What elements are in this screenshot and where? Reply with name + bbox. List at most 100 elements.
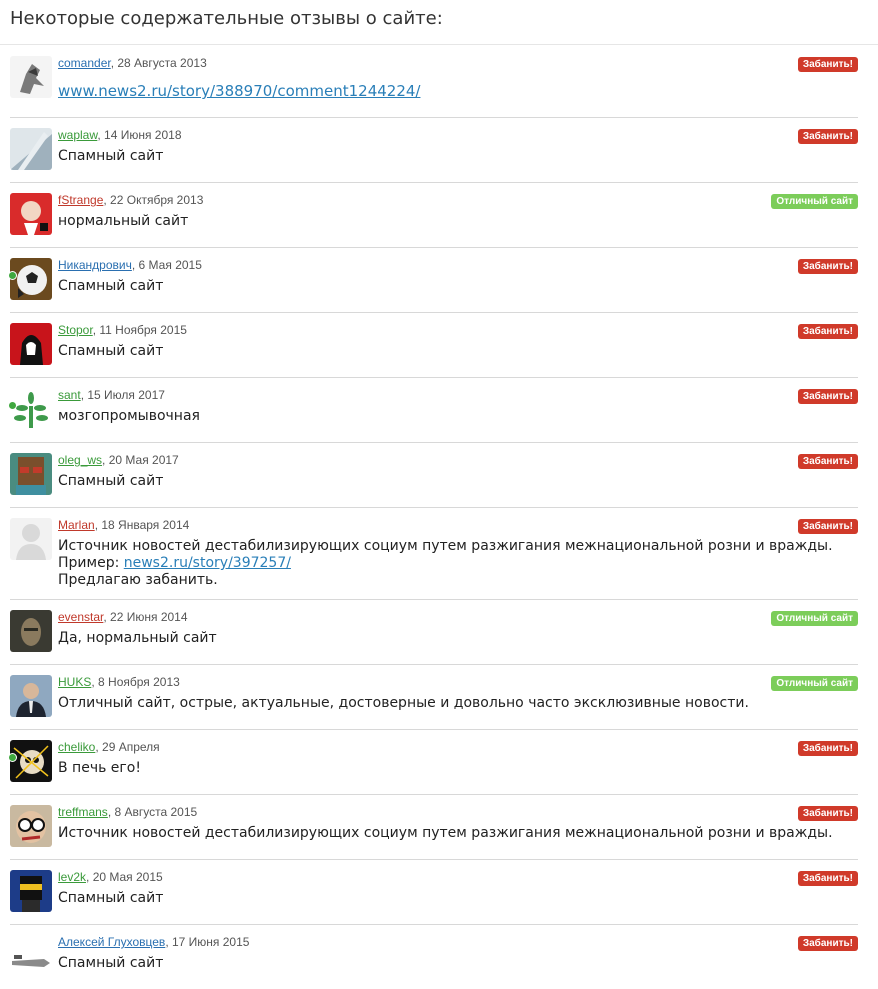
online-indicator	[8, 753, 17, 762]
comment-item: Алексей Глуховцев, 17 Июня 2015 Спамный …	[10, 924, 858, 989]
comment-item: evenstar, 22 Июня 2014 Да, нормальный са…	[10, 599, 858, 665]
ban-badge[interactable]: Забанить!	[797, 129, 858, 144]
page-title: Некоторые содержательные отзывы о сайте:	[10, 8, 443, 29]
comment-text: Спамный сайт	[58, 955, 164, 971]
username-link[interactable]: comander	[58, 56, 111, 70]
comment-date: 8 Ноября 2013	[98, 675, 180, 689]
comment-text: Отличный сайт, острые, актуальные, досто…	[58, 695, 749, 711]
ban-badge[interactable]: Забанить!	[797, 454, 858, 469]
comment-date: 6 Мая 2015	[138, 258, 202, 272]
comment-item: lev2k, 20 Мая 2015 Спамный сайт Забанить…	[10, 859, 858, 925]
good-site-badge[interactable]: Отличный сайт	[771, 194, 858, 209]
comment-link[interactable]: www.news2.ru/story/388970/comment1244224…	[58, 82, 420, 100]
comment-item: Marlan, 18 Января 2014 Источник новостей…	[10, 507, 858, 600]
comment-meta: HUKS, 8 Ноября 2013	[58, 675, 180, 689]
username-link[interactable]: oleg_ws	[58, 453, 102, 467]
username-link[interactable]: Алексей Глуховцев	[58, 935, 165, 949]
username-link[interactable]: Stopor	[58, 323, 93, 337]
avatar[interactable]	[10, 258, 52, 300]
username-link[interactable]: sant	[58, 388, 81, 402]
comment-date: 11 Ноября 2015	[99, 323, 187, 337]
comment-item: fStrange, 22 Октября 2013 нормальный сай…	[10, 182, 858, 248]
avatar[interactable]	[10, 675, 52, 717]
username-link[interactable]: evenstar	[58, 610, 103, 624]
comment-date: 17 Июня 2015	[171, 935, 250, 949]
comment-link[interactable]: news2.ru/story/397257/	[124, 555, 291, 571]
online-indicator	[8, 271, 17, 280]
ban-badge[interactable]: Забанить!	[797, 806, 858, 821]
ban-badge[interactable]: Забанить!	[797, 936, 858, 951]
comment-date: 8 Августа 2015	[114, 805, 198, 819]
ban-badge[interactable]: Забанить!	[797, 389, 858, 404]
good-site-badge[interactable]: Отличный сайт	[771, 611, 858, 626]
username-link[interactable]: fStrange	[58, 193, 103, 207]
comment-date: 18 Января 2014	[101, 518, 190, 532]
avatar[interactable]	[10, 193, 52, 235]
avatar[interactable]	[10, 128, 52, 170]
ban-badge[interactable]: Забанить!	[797, 57, 858, 72]
comment-date: 28 Августа 2013	[117, 56, 207, 70]
ban-badge[interactable]: Забанить!	[797, 871, 858, 886]
comment-meta: Marlan, 18 Января 2014	[58, 518, 190, 532]
username-link[interactable]: Никандрович	[58, 258, 132, 272]
comment-meta: fStrange, 22 Октября 2013	[58, 193, 204, 207]
comment-text: Спамный сайт	[58, 148, 164, 164]
comment-meta: evenstar, 22 Июня 2014	[58, 610, 188, 624]
comment-text: Спамный сайт	[58, 343, 164, 359]
avatar[interactable]	[10, 453, 52, 495]
comment-date: 15 Июля 2017	[87, 388, 165, 402]
comment-date: 22 Октября 2013	[110, 193, 204, 207]
avatar[interactable]	[10, 56, 52, 98]
comment-text: В печь его!	[58, 760, 141, 776]
good-site-badge[interactable]: Отличный сайт	[771, 676, 858, 691]
ban-badge[interactable]: Забанить!	[797, 741, 858, 756]
avatar[interactable]	[10, 610, 52, 652]
comment-item: treffmans, 8 Августа 2015 Источник новос…	[10, 794, 858, 860]
comment-text: нормальный сайт	[58, 213, 189, 229]
comment-text-line: Источник новостей дестабилизирующих соци…	[58, 538, 833, 554]
comment-text-line: Пример: news2.ru/story/397257/	[58, 555, 848, 572]
avatar[interactable]	[10, 870, 52, 912]
comment-text: мозгопромывочная	[58, 408, 200, 424]
ban-badge[interactable]: Забанить!	[797, 324, 858, 339]
comment-date: 22 Июня 2014	[110, 610, 188, 624]
comment-meta: treffmans, 8 Августа 2015	[58, 805, 198, 819]
comment-text: Спамный сайт	[58, 473, 164, 489]
comment-text: Спамный сайт	[58, 278, 164, 294]
comment-meta: lev2k, 20 Мая 2015	[58, 870, 163, 884]
comment-date: 20 Мая 2017	[108, 453, 179, 467]
avatar[interactable]	[10, 323, 52, 365]
avatar[interactable]	[10, 935, 52, 977]
avatar[interactable]	[10, 388, 52, 430]
comment-item: HUKS, 8 Ноября 2013 Отличный сайт, остры…	[10, 664, 858, 730]
comment-text: Да, нормальный сайт	[58, 630, 217, 646]
avatar[interactable]	[10, 518, 52, 560]
comment-meta: oleg_ws, 20 Мая 2017	[58, 453, 179, 467]
avatar[interactable]	[10, 805, 52, 847]
username-link[interactable]: waplaw	[58, 128, 97, 142]
online-indicator	[8, 401, 17, 410]
comment-text-line: Предлагаю забанить.	[58, 572, 218, 588]
comment-item: Stopor, 11 Ноября 2015 Спамный сайт Заба…	[10, 312, 858, 378]
comment-meta: comander, 28 Августа 2013	[58, 56, 207, 70]
comment-text: Спамный сайт	[58, 890, 164, 906]
ban-badge[interactable]: Забанить!	[797, 259, 858, 274]
example-label: Пример:	[58, 555, 124, 571]
ban-badge[interactable]: Забанить!	[797, 519, 858, 534]
username-link[interactable]: lev2k	[58, 870, 86, 884]
comment-meta: sant, 15 Июля 2017	[58, 388, 165, 402]
comment-text: Источник новостей дестабилизирующих соци…	[58, 538, 848, 589]
comment-date: 20 Мая 2015	[92, 870, 163, 884]
username-link[interactable]: HUKS	[58, 675, 91, 689]
avatar[interactable]	[10, 740, 52, 782]
comment-meta: Никандрович, 6 Мая 2015	[58, 258, 202, 272]
comment-item: comander, 28 Августа 2013 www.news2.ru/s…	[10, 45, 858, 118]
comment-meta: cheliko, 29 Апреля	[58, 740, 160, 754]
comment-item: oleg_ws, 20 Мая 2017 Спамный сайт Забани…	[10, 442, 858, 508]
username-link[interactable]: cheliko	[58, 740, 95, 754]
comment-item: sant, 15 Июля 2017 мозгопромывочная Заба…	[8, 377, 858, 443]
username-link[interactable]: treffmans	[58, 805, 108, 819]
comment-text: Источник новостей дестабилизирующих соци…	[58, 825, 833, 841]
comment-item: waplaw, 14 Июня 2018 Спамный сайт Забани…	[10, 117, 858, 183]
username-link[interactable]: Marlan	[58, 518, 95, 532]
